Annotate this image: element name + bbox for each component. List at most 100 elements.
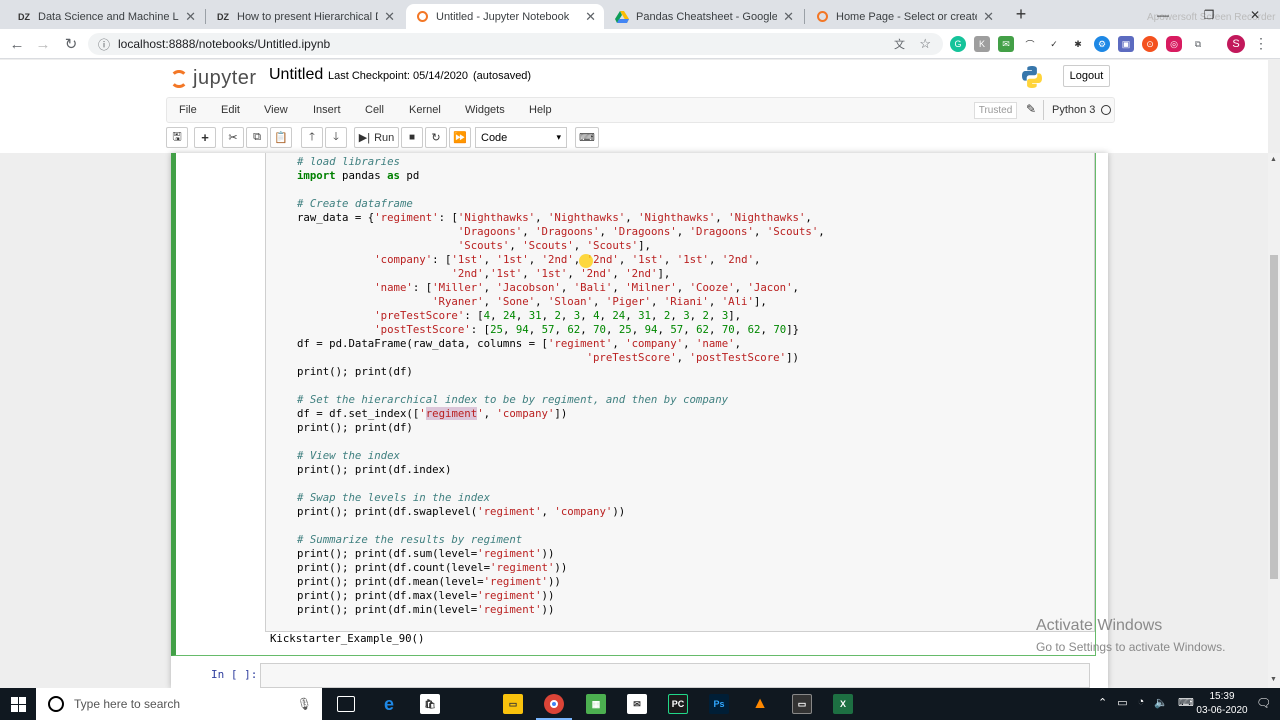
mail-icon[interactable]: ✉ xyxy=(627,694,647,714)
save-icon[interactable]: 🖫 xyxy=(166,127,188,148)
browser-tab-active[interactable]: Untitled - Jupyter Notebook ✕ xyxy=(406,4,604,29)
menu-file[interactable]: File xyxy=(179,104,197,116)
command-palette-icon[interactable]: ⌨ xyxy=(575,127,599,148)
new-tab-button[interactable]: + xyxy=(1006,0,1036,29)
run-icon: ▶| xyxy=(358,132,371,144)
close-icon[interactable]: ✕ xyxy=(783,9,794,25)
puzzle-icon[interactable]: ⧉ xyxy=(1190,36,1206,52)
scroll-down-icon[interactable]: ▼ xyxy=(1270,676,1277,683)
fast-forward-icon[interactable]: ⏩ xyxy=(449,127,471,148)
minimize-button[interactable]: — xyxy=(1140,0,1186,29)
move-up-icon[interactable]: 🡑 xyxy=(301,127,323,148)
volume-icon[interactable]: 🔈 xyxy=(1154,696,1168,709)
taskbar-search-box[interactable]: Type here to search 🎙 xyxy=(36,688,322,720)
menu-view[interactable]: View xyxy=(264,104,288,116)
taskbar-clock[interactable]: 15:39 03-06-2020 xyxy=(1194,690,1250,718)
instagram-icon[interactable]: ◎ xyxy=(1166,36,1182,52)
grammarly-icon[interactable]: G xyxy=(950,36,966,52)
trusted-badge[interactable]: Trusted xyxy=(974,102,1017,119)
menu-edit[interactable]: Edit xyxy=(221,104,240,116)
code-editor-empty[interactable] xyxy=(260,663,1090,688)
url-bar[interactable]: ⓘ localhost:8888/notebooks/Untitled.ipyn… xyxy=(88,33,943,55)
extension-icon[interactable]: K xyxy=(974,36,990,52)
info-icon[interactable]: ⓘ xyxy=(98,36,110,53)
browser-tab[interactable]: Home Page - Select or create a n ✕ xyxy=(806,4,1002,29)
profile-avatar[interactable]: S xyxy=(1227,35,1245,53)
autosave-status: (autosaved) xyxy=(473,70,532,82)
browser-tab[interactable]: DZ How to present Hierarchical Data ✕ xyxy=(207,4,403,29)
microphone-icon[interactable]: 🎙 xyxy=(297,697,312,711)
extension-icon[interactable]: ⚙ xyxy=(1094,36,1110,52)
pencil-icon[interactable]: ✎ xyxy=(1026,102,1036,116)
excel-icon[interactable]: X xyxy=(833,694,853,714)
move-down-icon[interactable]: 🡓 xyxy=(325,127,347,148)
file-explorer-icon[interactable]: ▭ xyxy=(503,694,523,714)
menu-widgets[interactable]: Widgets xyxy=(465,104,505,116)
extension-icon[interactable]: ⌒ xyxy=(1022,36,1038,52)
wifi-icon[interactable]: ◔ xyxy=(1138,696,1145,709)
menu-insert[interactable]: Insert xyxy=(313,104,341,116)
windows-start-button[interactable] xyxy=(0,688,36,720)
chevron-up-icon[interactable]: ⌃ xyxy=(1098,696,1107,709)
page-scrollbar[interactable]: ▲ ▼ xyxy=(1268,153,1280,688)
cell-type-select[interactable]: Code ▾ xyxy=(475,127,567,148)
close-icon[interactable]: ✕ xyxy=(983,9,994,25)
network-icon[interactable]: ▭ xyxy=(1117,696,1127,709)
jupyter-logo[interactable]: jupyter xyxy=(170,67,257,90)
forward-arrow-icon[interactable]: → xyxy=(32,34,54,54)
extension-icon[interactable]: ⊙ xyxy=(1142,36,1158,52)
close-icon[interactable]: ✕ xyxy=(585,9,596,25)
extension-icon[interactable]: ✱ xyxy=(1070,36,1086,52)
browser-tab[interactable]: Pandas Cheatsheet - Google Driv ✕ xyxy=(606,4,802,29)
restart-icon[interactable]: ↻ xyxy=(425,127,447,148)
logout-button[interactable]: Logout xyxy=(1063,65,1110,87)
code-editor[interactable]: # load libraries import pandas as pd # C… xyxy=(265,153,1095,632)
menu-help[interactable]: Help xyxy=(529,104,552,116)
back-arrow-icon[interactable]: ← xyxy=(6,34,28,54)
copy-icon[interactable]: ⧉ xyxy=(246,127,268,148)
clock-time: 15:39 xyxy=(1209,691,1235,702)
app-window-icon[interactable]: ▭ xyxy=(792,694,812,714)
vlc-icon[interactable]: ▲ xyxy=(750,694,770,714)
menu-cell[interactable]: Cell xyxy=(365,104,384,116)
maximize-button[interactable]: ❐ xyxy=(1186,0,1232,29)
input-prompt: In [ ]: xyxy=(211,668,258,681)
checkpoint-status: Last Checkpoint: 05/14/2020 xyxy=(328,70,469,82)
browser-tab[interactable]: DZ Data Science and Machine Learni ✕ xyxy=(8,4,204,29)
reload-icon[interactable]: ↻ xyxy=(60,34,82,54)
close-icon[interactable]: ✕ xyxy=(185,9,196,25)
check-icon[interactable]: ✓ xyxy=(1046,36,1062,52)
app-icon[interactable]: ▦ xyxy=(586,694,606,714)
browser-menu-icon[interactable]: ⋮ xyxy=(1254,35,1268,52)
selected-code-cell[interactable]: # load libraries import pandas as pd # C… xyxy=(171,153,1096,656)
language-icon[interactable]: ⌨ xyxy=(1178,696,1194,709)
close-icon[interactable]: ✕ xyxy=(384,9,395,25)
tab-title: Data Science and Machine Learni xyxy=(38,10,179,23)
pycharm-icon[interactable]: PC xyxy=(668,694,688,714)
scroll-up-icon[interactable]: ▲ xyxy=(1270,156,1277,163)
notebook-name[interactable]: Untitled xyxy=(269,66,323,84)
bookmark-star-icon[interactable]: ☆ xyxy=(919,36,931,52)
stop-icon[interactable]: ■ xyxy=(401,127,423,148)
menu-kernel[interactable]: Kernel xyxy=(409,104,441,116)
extension-icon[interactable]: ✉ xyxy=(998,36,1014,52)
jupyter-header: jupyter Untitled Last Checkpoint: 05/14/… xyxy=(0,60,1268,153)
empty-code-cell[interactable]: In [ ]: xyxy=(171,661,1108,688)
windows-taskbar: Type here to search 🎙 e 🛍 ▭ ▦ PC Ps ✉ ▲ … xyxy=(0,688,1280,720)
run-button[interactable]: ▶| Run xyxy=(354,127,399,148)
paste-icon[interactable]: 📋 xyxy=(270,127,292,148)
close-window-button[interactable]: ✕ xyxy=(1232,0,1278,29)
scrollbar-thumb[interactable] xyxy=(1270,255,1278,579)
chrome-icon[interactable] xyxy=(544,694,564,714)
insert-cell-icon[interactable]: + xyxy=(194,127,216,148)
cut-icon[interactable]: ✂ xyxy=(222,127,244,148)
extension-icon[interactable]: ▣ xyxy=(1118,36,1134,52)
task-view-icon[interactable] xyxy=(337,696,355,712)
store-icon[interactable]: 🛍 xyxy=(420,694,440,714)
translate-icon[interactable]: 文 xyxy=(894,36,905,52)
browser-tab-bar: DZ Data Science and Machine Learni ✕ DZ … xyxy=(0,0,1280,29)
notification-icon[interactable]: 🗨 xyxy=(1256,696,1271,710)
jupyter-page: jupyter Untitled Last Checkpoint: 05/14/… xyxy=(0,60,1280,688)
edge-icon[interactable]: e xyxy=(379,694,399,714)
photoshop-icon[interactable]: Ps xyxy=(709,694,729,714)
